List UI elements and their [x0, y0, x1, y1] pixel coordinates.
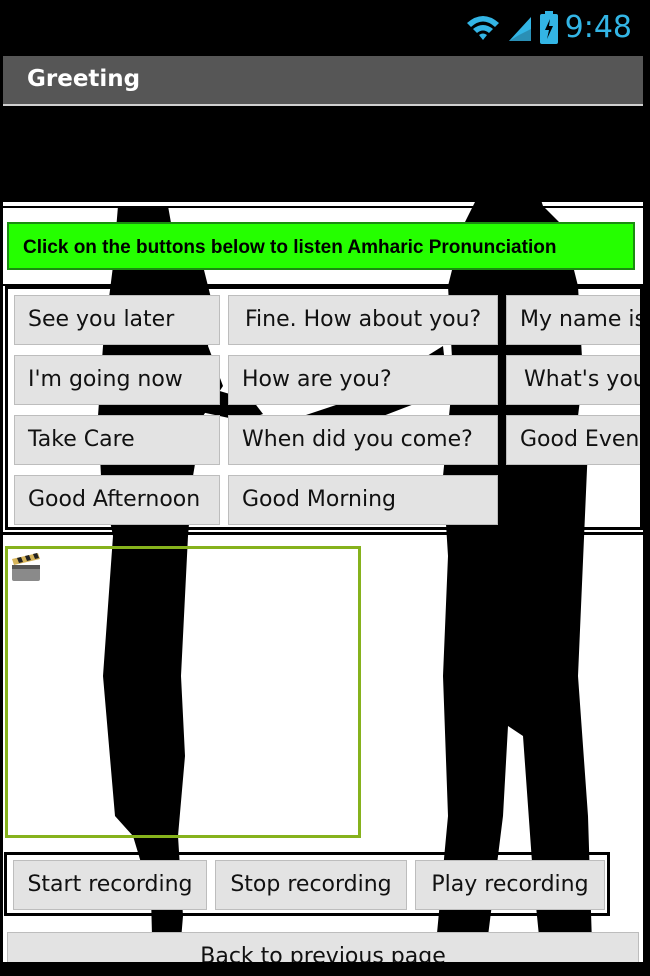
phrase-button[interactable]: Good Evening	[506, 415, 640, 465]
phrase-button[interactable]: What's your	[506, 355, 640, 405]
phrase-button-grid: See you later Fine. How about you? My na…	[5, 286, 643, 530]
phrase-button[interactable]: My name is	[506, 295, 640, 345]
phrase-button[interactable]: Good Afternoon	[14, 475, 220, 525]
instruction-box: Click on the buttons below to listen Amh…	[7, 222, 635, 270]
recording-controls: Start recording Stop recording Play reco…	[4, 852, 610, 916]
clapperboard-icon	[12, 553, 40, 581]
signal-icon	[508, 17, 531, 41]
page-title: Greeting	[27, 66, 141, 92]
divider	[3, 532, 643, 535]
header-banner	[3, 116, 643, 202]
phrase-button[interactable]: How are you?	[228, 355, 498, 405]
instruction-text: Click on the buttons below to listen Amh…	[23, 237, 557, 258]
title-bar: Greeting	[3, 56, 643, 106]
instruction-panel: Click on the buttons below to listen Amh…	[3, 206, 643, 286]
phrase-button[interactable]: See you later	[14, 295, 220, 345]
phrase-button[interactable]: Take Care	[14, 415, 220, 465]
bottom-edge	[0, 962, 650, 976]
video-player[interactable]	[5, 546, 361, 838]
phrase-button[interactable]: Fine. How about you?	[228, 295, 498, 345]
play-recording-button[interactable]: Play recording	[415, 860, 605, 910]
start-recording-button[interactable]: Start recording	[13, 860, 207, 910]
content-area: Click on the buttons below to listen Amh…	[3, 116, 643, 976]
status-bar: 9:48	[0, 0, 650, 56]
phrase-button[interactable]: I'm going now	[14, 355, 220, 405]
clock: 9:48	[564, 10, 632, 45]
stop-recording-button[interactable]: Stop recording	[215, 860, 407, 910]
battery-icon	[539, 11, 558, 44]
wifi-icon	[466, 16, 499, 40]
phrase-button[interactable]: Good Morning	[228, 475, 498, 525]
status-icons: 9:48	[465, 8, 632, 48]
phrase-button[interactable]: When did you come?	[228, 415, 498, 465]
